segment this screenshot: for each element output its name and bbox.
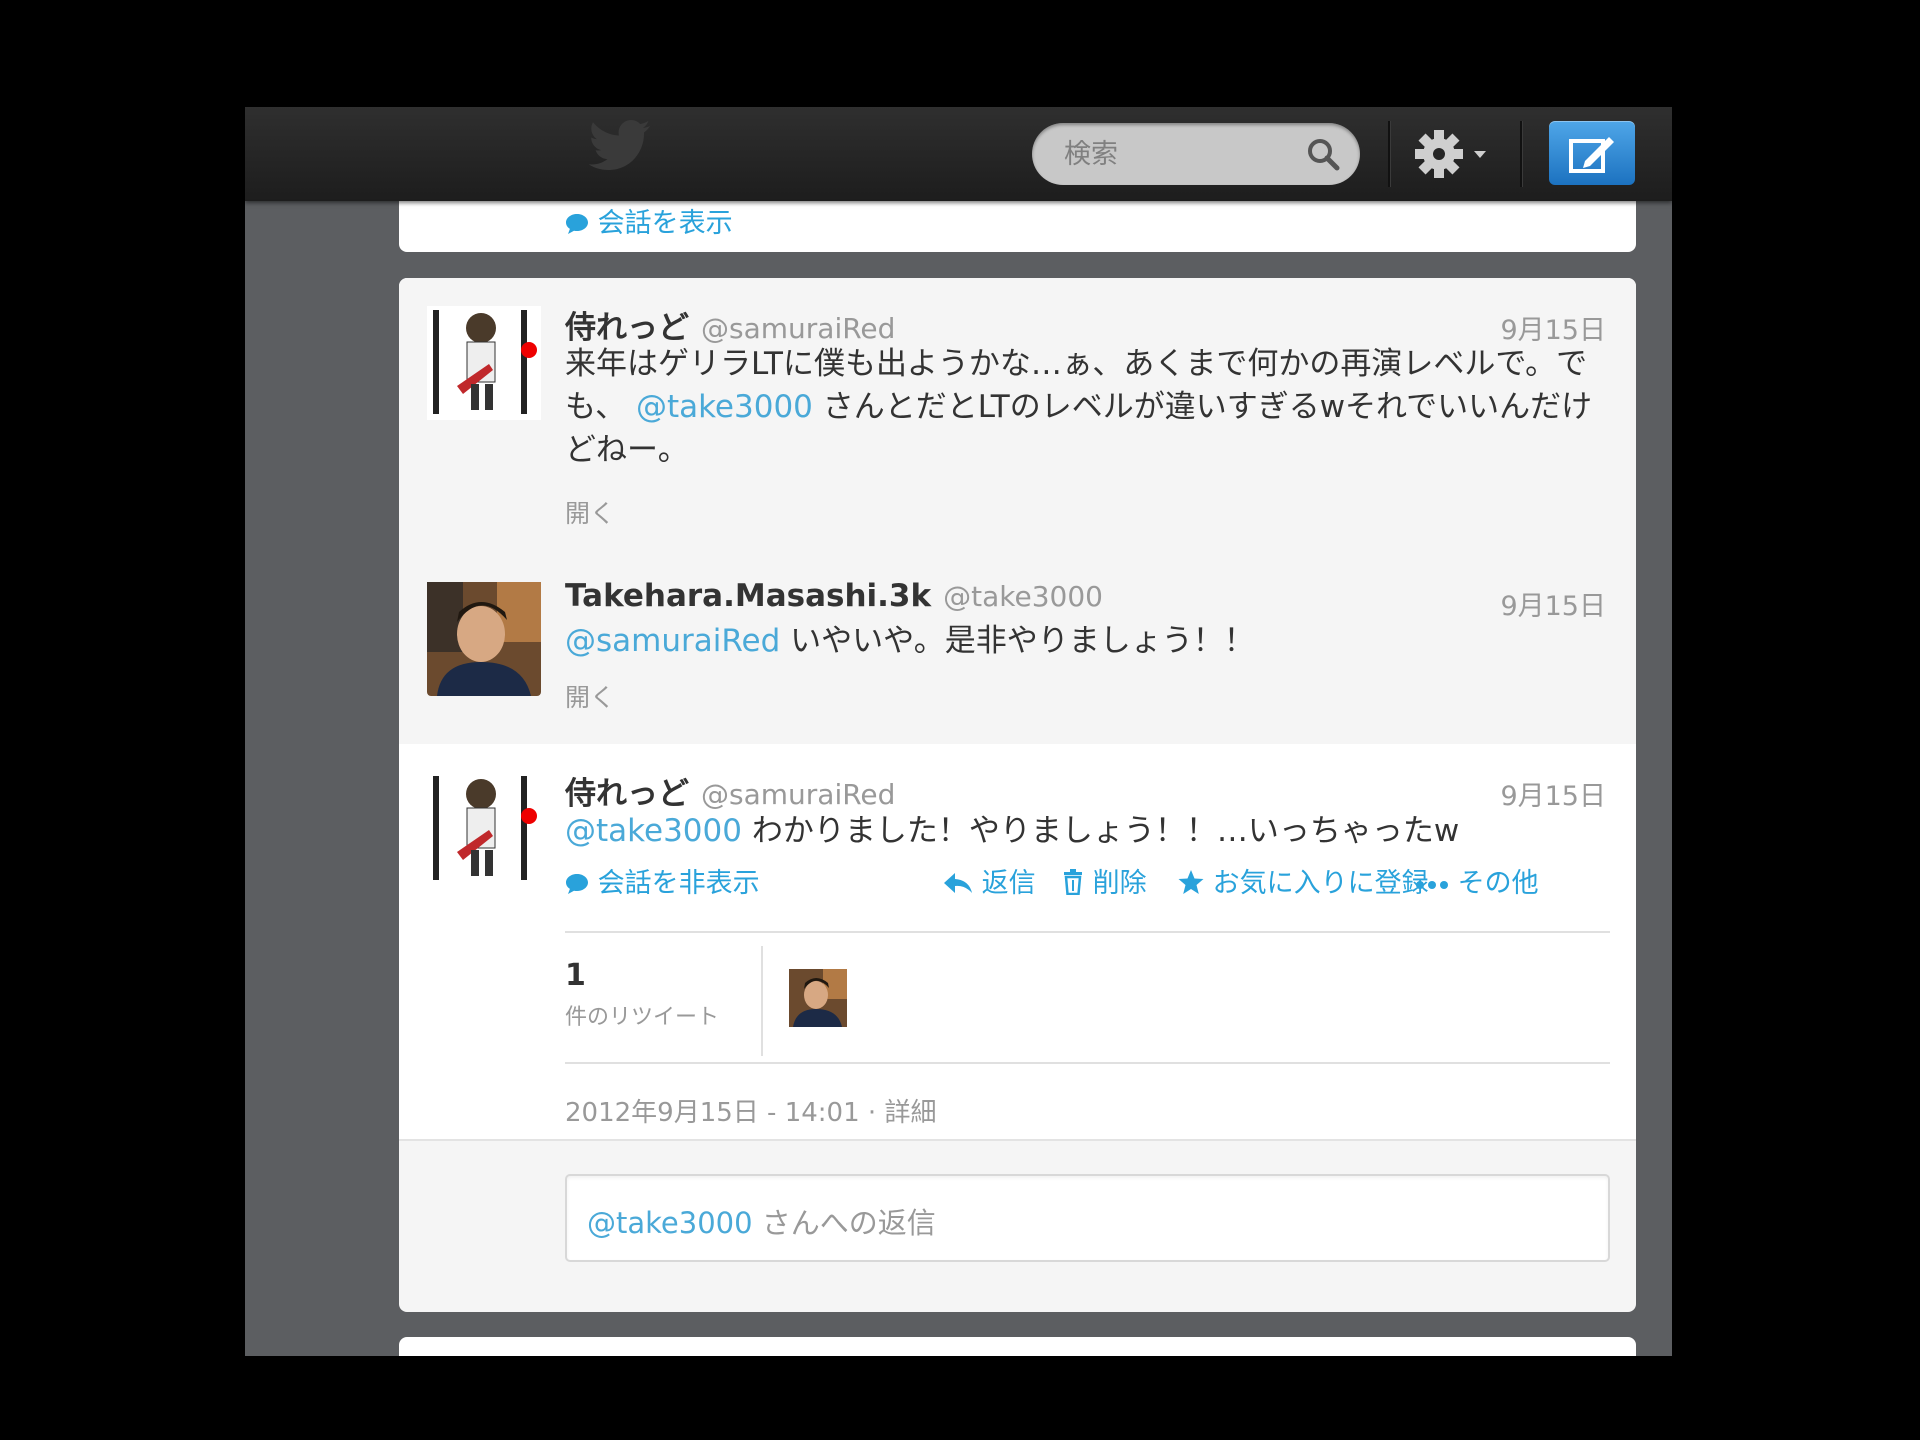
hide-conversation-label: 会話を非表示 [597,868,760,899]
tweet-header: 侍れっど @samuraiRed [565,302,895,347]
tweet-actions: 会話を非表示 返信 削除 お気に入りに登録 その他 [565,861,1610,900]
favorite-label: お気に入りに登録 [1212,868,1429,899]
conversation-card: 侍れっど @samuraiRed 9月15日 来年はゲリラLTに僕も出ようかな…ぁ… [399,278,1636,1312]
display-name[interactable]: 侍れっど [565,310,689,346]
topbar-divider [1520,121,1523,187]
retweet-count: 1 [565,958,586,993]
tweet-header: Takehara.Masashi.3k @take3000 [565,578,1103,614]
search-input[interactable] [1062,133,1296,175]
gear-icon [1415,130,1486,178]
top-bar [245,107,1672,201]
next-tweet-card [399,1337,1636,1356]
delete-label: 削除 [1092,868,1147,899]
retweet-label: 件のリツイート [565,1005,720,1030]
tweet-timestamp-line: 2012年9月15日 - 14:01 · 詳細 [565,1098,937,1128]
tweet-date[interactable]: 9月15日 [1500,584,1606,623]
twitter-window: 会話を表示 侍れっど @samuraiRed 9月15日 来年はゲリラLTに僕も出… [245,107,1672,1356]
speech-bubble-icon [566,874,588,894]
username[interactable]: @take3000 [943,580,1103,613]
favorite-button[interactable]: お気に入りに登録 [1178,861,1429,900]
reply-icon [944,873,972,893]
username[interactable]: @samuraiRed [701,312,895,345]
username[interactable]: @samuraiRed [701,778,895,811]
tweet-timestamp: 2012年9月15日 - 14:01 [565,1098,860,1128]
reply-button[interactable]: 返信 [943,861,1036,900]
tweet-date[interactable]: 9月15日 [1500,308,1606,347]
avatar[interactable] [427,582,541,696]
tweet-item[interactable]: 侍れっど @samuraiRed 9月15日 来年はゲリラLTに僕も出ようかな…ぁ… [399,278,1636,556]
more-dots-icon [1416,881,1448,889]
topbar-divider [1388,121,1391,187]
more-label: その他 [1457,868,1539,899]
retweet-stats[interactable]: 1 件のリツイート [565,946,763,1056]
details-link[interactable]: 詳細 [884,1098,936,1128]
twitter-bird-icon[interactable] [588,120,652,172]
avatar[interactable] [427,772,541,886]
delete-button[interactable]: 削除 [1062,861,1147,900]
star-icon [1178,870,1204,894]
display-name[interactable]: 侍れっど [565,776,689,812]
tweet-text: @samuraiRed いやいや。是非やりましょう！！ [565,620,1605,663]
mention-link[interactable]: @samuraiRed [565,623,780,659]
tweet-item-expanded[interactable]: 侍れっど @samuraiRed 9月15日 @take3000 わかりました！や… [399,744,1636,1141]
mention-link[interactable]: @take3000 [565,813,742,849]
tweet-text-part: わかりました！やりましょう！！…いっちゃったw [751,813,1460,849]
search-box[interactable] [1032,123,1360,185]
divider [565,931,1610,933]
show-conversation-label: 会話を表示 [597,208,733,239]
hide-conversation-link[interactable]: 会話を非表示 [565,861,760,900]
compose-icon [1569,137,1614,173]
tweet-text: 来年はゲリラLTに僕も出ようかな…ぁ、あくまで何かの再演レベルで。でも、 @ta… [565,343,1605,472]
reply-placeholder: @take3000 さんへの返信 [587,1200,936,1242]
retweeter-avatar[interactable] [789,969,847,1027]
expand-link[interactable]: 開く [565,494,615,530]
display-name[interactable]: Takehara.Masashi.3k [565,578,931,614]
reply-label: 返信 [981,868,1036,899]
expand-link[interactable]: 開く [565,678,615,714]
search-icon[interactable] [1306,137,1340,171]
tweet-header: 侍れっど @samuraiRed [565,768,895,813]
settings-button[interactable] [1412,125,1498,183]
avatar[interactable] [427,306,541,420]
chevron-down-icon [1474,151,1486,158]
reply-mention: @take3000 [587,1206,753,1240]
show-conversation-link[interactable]: 会話を表示 [565,201,733,240]
tweet-text-part: いやいや。是非やりましょう！！ [790,623,1255,659]
tweet-item[interactable]: Takehara.Masashi.3k @take3000 9月15日 @samu… [399,554,1636,746]
more-actions-button[interactable]: その他 [1415,861,1539,900]
compose-tweet-button[interactable] [1549,121,1635,185]
divider [565,1062,1610,1064]
reply-placeholder-text: さんへの返信 [761,1206,936,1240]
reply-input[interactable]: @take3000 さんへの返信 [565,1174,1610,1262]
tweet-text: @take3000 わかりました！やりましょう！！…いっちゃったw [565,810,1605,853]
trash-icon [1064,869,1082,896]
speech-bubble-icon [566,214,588,234]
mention-link[interactable]: @take3000 [636,389,813,425]
tweet-date[interactable]: 9月15日 [1500,774,1606,813]
